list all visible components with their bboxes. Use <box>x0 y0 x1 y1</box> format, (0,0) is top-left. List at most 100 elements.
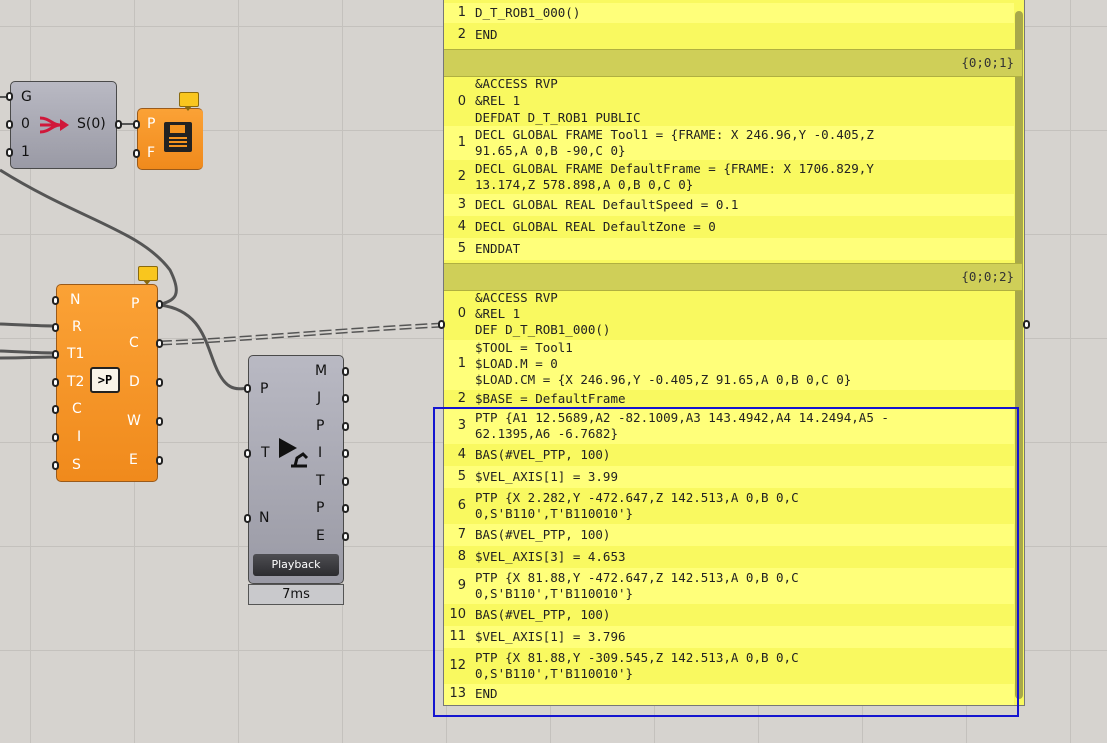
path-label: {0;0;1} <box>961 55 1014 70</box>
input-port[interactable] <box>133 149 140 158</box>
input-label: F <box>147 145 156 161</box>
list-item: 4 DECL GLOBAL REAL DefaultZone = 0 <box>444 216 1014 238</box>
line-number: 1 <box>457 356 466 371</box>
input-port[interactable] <box>6 148 13 157</box>
output-port[interactable] <box>156 417 163 426</box>
line-number: 1 <box>457 135 466 150</box>
input-port[interactable] <box>6 120 13 129</box>
input-port[interactable] <box>52 323 59 332</box>
list-item: 5 ENDDAT <box>444 238 1014 260</box>
line-number: 5 <box>457 241 466 256</box>
line-text: 13.174,Z 578.898,A 0,B 0,C 0} <box>475 177 694 192</box>
output-port[interactable] <box>115 120 122 129</box>
line-number: 4 <box>457 219 466 234</box>
line-number: 2 <box>457 391 466 406</box>
output-label: W <box>127 413 141 429</box>
robot-play-icon <box>279 438 309 468</box>
output-port[interactable] <box>342 367 349 376</box>
input-label: P <box>260 381 269 397</box>
save-icon <box>164 122 192 152</box>
list-item: 2 END <box>444 25 1014 45</box>
input-label: C <box>72 401 82 417</box>
panel-input-port[interactable] <box>438 320 445 329</box>
list-item: 1 DECL GLOBAL FRAME Tool1 = {FRAME: X 24… <box>444 126 1014 160</box>
output-port[interactable] <box>342 449 349 458</box>
output-port[interactable] <box>342 394 349 403</box>
output-port[interactable] <box>342 532 349 541</box>
panel-header: {0;0;1} <box>444 49 1022 77</box>
post-processor-component[interactable]: N R T1 T2 C I S P C D W E >P <box>52 284 163 482</box>
panel-output-port[interactable] <box>1023 320 1030 329</box>
output-label: S(0) <box>77 116 106 132</box>
input-port[interactable] <box>133 120 140 129</box>
line-text: &ACCESS RVP <box>475 76 558 91</box>
line-text: $TOOL = Tool1 <box>475 340 573 355</box>
panel-header: {0;0;2} <box>444 263 1022 291</box>
output-label: J <box>317 390 322 406</box>
output-label: I <box>318 445 323 461</box>
line-text: DECL GLOBAL FRAME DefaultFrame = {FRAME:… <box>475 161 874 176</box>
list-item: 0 &ACCESS RVP &REL 1 DEFDAT D_T_ROB1 PUB… <box>444 76 1014 126</box>
line-number: 2 <box>457 169 466 184</box>
simulation-component[interactable]: P T N M J P I T P E Playback <box>244 355 349 584</box>
line-text: DEFDAT D_T_ROB1 PUBLIC <box>475 110 641 125</box>
input-port[interactable] <box>52 433 59 442</box>
message-bubble-icon[interactable] <box>138 266 158 285</box>
output-label: P <box>316 418 325 434</box>
stream-filter-icon <box>39 116 69 134</box>
input-label: N <box>70 292 81 308</box>
output-port[interactable] <box>156 339 163 348</box>
input-port[interactable] <box>52 461 59 470</box>
input-port[interactable] <box>52 296 59 305</box>
timer-label: 7ms <box>248 584 344 605</box>
output-port[interactable] <box>156 300 163 309</box>
input-port[interactable] <box>244 384 251 393</box>
output-label: D <box>129 374 140 390</box>
input-port[interactable] <box>52 378 59 387</box>
line-text: DEF D_T_ROB1_000() <box>475 322 611 337</box>
output-label: C <box>129 335 139 351</box>
input-label: I <box>77 429 82 445</box>
input-label: T2 <box>67 374 85 390</box>
list-item: 1 D_T_ROB1_000() <box>444 3 1014 23</box>
path-label: {0;0;2} <box>961 269 1014 284</box>
line-number: 3 <box>457 197 466 212</box>
list-item: 2 DECL GLOBAL FRAME DefaultFrame = {FRAM… <box>444 160 1014 194</box>
output-label: P <box>131 296 140 312</box>
post-processor-icon: >P <box>90 367 120 393</box>
line-text: &REL 1 <box>475 306 521 321</box>
input-port[interactable] <box>52 405 59 414</box>
list-item: 2 $BASE = DefaultFrame <box>444 390 1014 408</box>
line-number: 0 <box>457 306 466 321</box>
input-port[interactable] <box>6 92 13 101</box>
input-port[interactable] <box>244 514 251 523</box>
wire-t1 <box>0 349 56 355</box>
input-label: G <box>21 89 32 105</box>
input-label: N <box>259 510 270 526</box>
output-label: E <box>316 528 325 544</box>
stream-filter-component[interactable]: G 0 1 S(0) <box>6 81 122 169</box>
data-output-component[interactable]: P F <box>133 108 203 170</box>
output-port[interactable] <box>156 456 163 465</box>
output-port[interactable] <box>342 422 349 431</box>
message-bubble-icon[interactable] <box>179 92 199 111</box>
wire-r <box>0 322 56 328</box>
output-port[interactable] <box>342 477 349 486</box>
input-label: T1 <box>67 346 85 362</box>
input-label: S <box>72 457 81 473</box>
line-text: D_T_ROB1_000() <box>475 5 581 20</box>
line-number: 0 <box>457 94 466 109</box>
line-text: ENDDAT <box>475 241 521 256</box>
line-number: 2 <box>457 27 466 42</box>
list-item: 0 &ACCESS RVP &REL 1 DEF D_T_ROB1_000() <box>444 290 1014 340</box>
line-text: DECL GLOBAL FRAME Tool1 = {FRAME: X 246.… <box>475 127 874 142</box>
playback-button[interactable]: Playback <box>253 554 339 576</box>
line-text: &ACCESS RVP <box>475 290 558 305</box>
input-label: R <box>72 319 82 335</box>
input-port[interactable] <box>244 449 251 458</box>
output-port[interactable] <box>342 504 349 513</box>
input-port[interactable] <box>52 350 59 359</box>
output-port[interactable] <box>156 378 163 387</box>
line-text: END <box>475 27 498 42</box>
wire-t1b <box>0 355 56 360</box>
